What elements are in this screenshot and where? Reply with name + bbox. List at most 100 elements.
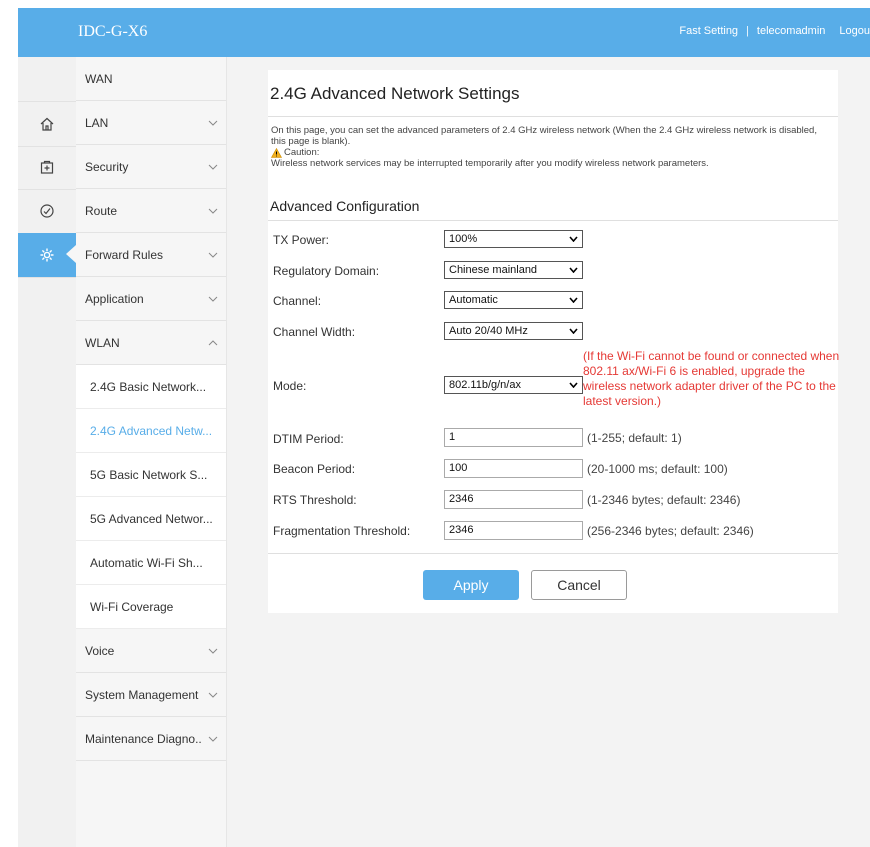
menu-item-lan[interactable]: LAN (76, 101, 226, 145)
menu-label: Application (85, 291, 144, 306)
submenu-label: 2.4G Basic Network... (90, 379, 207, 394)
tx-power-select[interactable]: 100% (444, 230, 583, 248)
page-title: 2.4G Advanced Network Settings (270, 84, 520, 103)
input-value: 2346 (449, 524, 474, 536)
submenu-label: 5G Basic Network S... (90, 467, 208, 482)
menu-item-maintenance[interactable]: Maintenance Diagno.. (76, 717, 226, 761)
dtim-label: DTIM Period: (273, 432, 344, 446)
submenu-label: 5G Advanced Networ... (90, 511, 213, 526)
caution-line: Caution: (271, 147, 319, 158)
mode-note: (If the Wi-Fi cannot be found or connect… (583, 349, 840, 408)
submenu-label: Automatic Wi-Fi Sh... (90, 555, 203, 570)
chevron-down-icon (208, 252, 218, 258)
input-value: 2346 (449, 493, 474, 505)
chevron-down-icon (569, 267, 578, 273)
submenu-item-auto-wifi[interactable]: Automatic Wi-Fi Sh... (76, 541, 226, 585)
mode-label: Mode: (273, 379, 307, 393)
dtim-hint: (1-255; default: 1) (587, 431, 682, 445)
chevron-down-icon (208, 692, 218, 698)
menu-label: Route (85, 203, 118, 218)
menu-item-wan[interactable]: WAN (76, 57, 226, 101)
side-menu: WAN LAN Security Route Forward Rules App… (76, 57, 227, 847)
channel-width-label: Channel Width: (273, 325, 356, 339)
submenu-item-wifi-coverage[interactable]: Wi-Fi Coverage (76, 585, 226, 629)
add-button[interactable] (18, 145, 76, 190)
top-nav: Fast Setting | telecomadmin Logou (679, 25, 870, 37)
status-button[interactable] (18, 189, 76, 234)
cancel-button[interactable]: Cancel (531, 570, 627, 600)
chevron-down-icon (569, 297, 578, 303)
beacon-input[interactable]: 100 (444, 459, 583, 478)
chevron-down-icon (208, 208, 218, 214)
beacon-hint: (20-1000 ms; default: 100) (587, 462, 728, 476)
plus-box-icon (40, 160, 54, 174)
caution-label: Caution: (284, 147, 320, 158)
chevron-down-icon (208, 296, 218, 302)
menu-label: Forward Rules (85, 247, 164, 262)
select-value: Auto 20/40 MHz (449, 325, 528, 337)
chevron-down-icon (569, 382, 578, 388)
regulatory-domain-select[interactable]: Chinese mainland (444, 261, 583, 279)
tx-power-label: TX Power: (273, 233, 330, 247)
caution-text: Wireless network services may be interru… (271, 158, 709, 169)
channel-width-select[interactable]: Auto 20/40 MHz (444, 322, 583, 340)
beacon-label: Beacon Period: (273, 462, 356, 476)
top-bar: IDC-G-X6 Fast Setting | telecomadmin Logou (18, 8, 870, 57)
rts-label: RTS Threshold: (273, 493, 357, 507)
menu-item-wlan[interactable]: WLAN (76, 321, 226, 365)
fragmentation-input[interactable]: 2346 (444, 521, 583, 540)
select-value: 802.11b/g/n/ax (449, 379, 521, 391)
chevron-down-icon (208, 164, 218, 170)
fragmentation-hint: (256-2346 bytes; default: 2346) (587, 524, 754, 538)
logout-link[interactable]: Logou (839, 25, 870, 37)
chevron-down-icon (569, 328, 578, 334)
divider (268, 220, 838, 221)
menu-label: Security (85, 159, 129, 174)
fast-setting-link[interactable]: Fast Setting (679, 25, 738, 37)
menu-item-voice[interactable]: Voice (76, 629, 226, 673)
menu-label: Maintenance Diagno.. (85, 731, 202, 746)
select-value: Automatic (449, 294, 498, 306)
section-title: Advanced Configuration (270, 198, 420, 214)
active-pointer (66, 245, 76, 263)
submenu-item-24g-basic[interactable]: 2.4G Basic Network... (76, 365, 226, 409)
submenu-item-5g-basic[interactable]: 5G Basic Network S... (76, 453, 226, 497)
chevron-down-icon (569, 236, 578, 242)
user-link[interactable]: telecomadmin (757, 25, 825, 37)
chevron-up-icon (208, 339, 218, 345)
regulatory-domain-label: Regulatory Domain: (273, 264, 380, 278)
menu-item-system-management[interactable]: System Management (76, 673, 226, 717)
home-button[interactable] (18, 101, 76, 147)
nav-separator: | (746, 25, 749, 37)
divider (268, 116, 838, 117)
menu-item-route[interactable]: Route (76, 189, 226, 233)
divider (268, 553, 838, 554)
channel-select[interactable]: Automatic (444, 291, 583, 309)
menu-item-forward-rules[interactable]: Forward Rules (76, 233, 226, 277)
submenu-label: Wi-Fi Coverage (90, 599, 174, 614)
rts-hint: (1-2346 bytes; default: 2346) (587, 493, 741, 507)
gear-icon (40, 248, 54, 262)
menu-label: LAN (85, 115, 109, 130)
menu-item-application[interactable]: Application (76, 277, 226, 321)
apply-button[interactable]: Apply (423, 570, 519, 600)
brand-title: IDC-G-X6 (78, 23, 148, 40)
page-description: On this page, you can set the advanced p… (271, 125, 817, 147)
submenu-item-24g-advanced[interactable]: 2.4G Advanced Netw... (76, 409, 226, 453)
channel-label: Channel: (273, 294, 322, 308)
rts-input[interactable]: 2346 (444, 490, 583, 509)
submenu-item-5g-advanced[interactable]: 5G Advanced Networ... (76, 497, 226, 541)
fragmentation-label: Fragmentation Threshold: (273, 524, 411, 538)
menu-item-security[interactable]: Security (76, 145, 226, 189)
menu-label: Voice (85, 643, 115, 658)
dtim-input[interactable]: 1 (444, 428, 583, 447)
mode-select[interactable]: 802.11b/g/n/ax (444, 376, 583, 394)
chevron-down-icon (208, 648, 218, 654)
submenu-label: 2.4G Advanced Netw... (90, 423, 213, 438)
menu-label: WLAN (85, 335, 120, 350)
select-value: Chinese mainland (449, 264, 538, 276)
home-icon (40, 117, 54, 131)
menu-label: System Management (85, 687, 199, 702)
menu-label: WAN (85, 71, 113, 86)
input-value: 100 (449, 462, 468, 474)
